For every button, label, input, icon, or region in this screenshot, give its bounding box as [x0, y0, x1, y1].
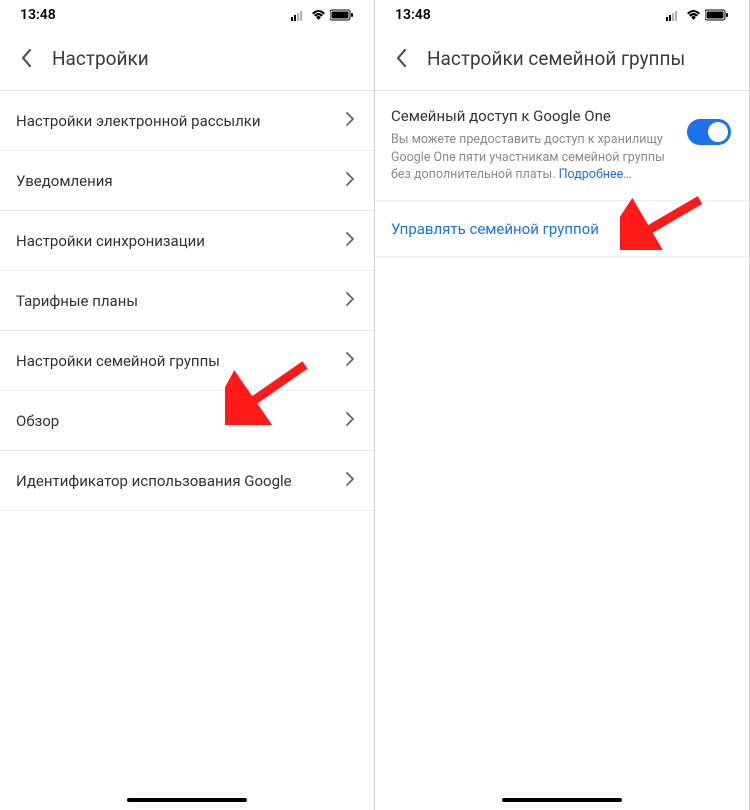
section-title: Семейный доступ к Google One	[391, 107, 677, 125]
back-button[interactable]	[387, 44, 415, 72]
settings-item-family[interactable]: Настройки семейной группы	[0, 331, 374, 391]
settings-item-email[interactable]: Настройки электронной рассылки	[0, 91, 374, 151]
chevron-right-icon	[346, 111, 354, 130]
page-title: Настройки	[52, 47, 149, 70]
status-bar: 13:48	[375, 0, 749, 30]
chevron-right-icon	[346, 231, 354, 250]
status-bar: 13:48	[0, 0, 374, 30]
battery-icon	[705, 9, 729, 21]
list-item-label: Уведомления	[16, 172, 113, 190]
phone-right: 13:48 Настройки семейной группы Семейный…	[375, 0, 750, 810]
settings-item-usage-id[interactable]: Идентификатор использования Google	[0, 451, 374, 511]
home-indicator[interactable]	[127, 798, 247, 802]
home-indicator[interactable]	[502, 798, 622, 802]
back-button[interactable]	[12, 44, 40, 72]
status-icons	[291, 9, 354, 21]
status-time: 13:48	[20, 7, 56, 23]
settings-item-sync[interactable]: Настройки синхронизации	[0, 211, 374, 271]
header: Настройки	[0, 30, 374, 91]
chevron-right-icon	[346, 411, 354, 430]
phone-left: 13:48 Настройки Настройки электронной ра…	[0, 0, 375, 810]
list-item-label: Настройки семейной группы	[16, 352, 220, 370]
family-access-section: Семейный доступ к Google One Вы можете п…	[375, 91, 749, 201]
settings-item-overview[interactable]: Обзор	[0, 391, 374, 451]
dual-sim-icon	[666, 9, 682, 21]
battery-icon	[330, 9, 354, 21]
chevron-right-icon	[346, 471, 354, 490]
section-description: Вы можете предоставить доступ к хранилищ…	[391, 131, 677, 184]
chevron-right-icon	[346, 171, 354, 190]
wifi-icon	[686, 9, 701, 21]
list-item-label: Идентификатор использования Google	[16, 472, 292, 490]
manage-family-link[interactable]: Управлять семейной группой	[391, 220, 599, 238]
status-icons	[666, 9, 729, 21]
learn-more-link[interactable]: Подробнее…	[559, 167, 632, 182]
family-access-toggle[interactable]	[687, 119, 731, 145]
list-item-label: Тарифные планы	[16, 292, 138, 310]
list-item-label: Настройки синхронизации	[16, 232, 205, 250]
wifi-icon	[311, 9, 326, 21]
dual-sim-icon	[291, 9, 307, 21]
page-title: Настройки семейной группы	[427, 47, 685, 70]
header: Настройки семейной группы	[375, 30, 749, 91]
manage-family-row[interactable]: Управлять семейной группой	[375, 201, 749, 257]
chevron-right-icon	[346, 291, 354, 310]
list-item-label: Настройки электронной рассылки	[16, 112, 261, 130]
status-time: 13:48	[395, 7, 431, 23]
chevron-right-icon	[346, 351, 354, 370]
settings-item-notifications[interactable]: Уведомления	[0, 151, 374, 211]
settings-item-plans[interactable]: Тарифные планы	[0, 271, 374, 331]
list-item-label: Обзор	[16, 412, 59, 430]
